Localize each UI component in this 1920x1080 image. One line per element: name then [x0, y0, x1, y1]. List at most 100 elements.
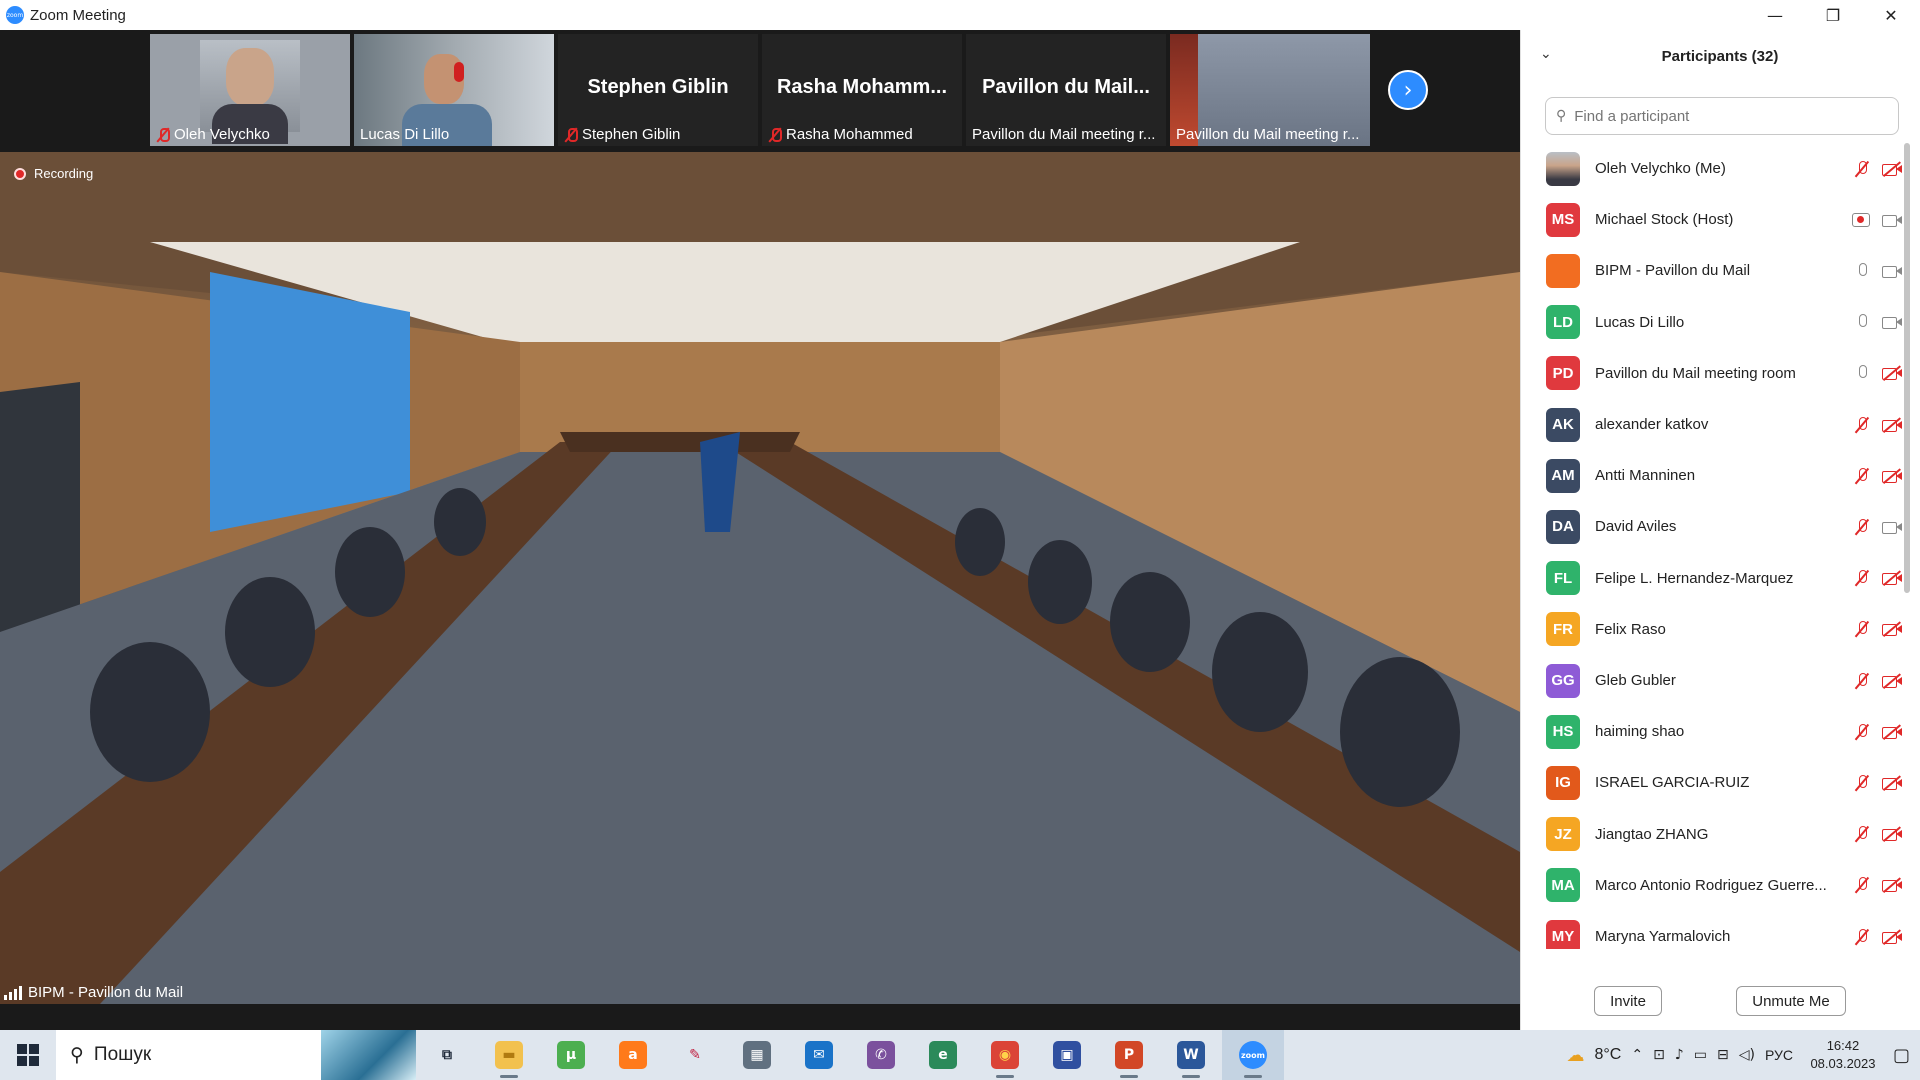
meet-now-icon[interactable]: ⊡ — [1653, 1047, 1665, 1063]
attendee — [335, 527, 405, 617]
mic-muted-icon[interactable] — [1854, 620, 1870, 638]
taskbar-app-chrome[interactable]: ◉ — [974, 1030, 1036, 1080]
participant-row[interactable]: LD Lucas Di Lillo — [1520, 297, 1912, 348]
next-page-button[interactable]: › — [1388, 70, 1428, 110]
taskbar-app-zoom[interactable]: zoom — [1222, 1030, 1284, 1080]
participant-row[interactable]: BIPM - Pavillon du Mail — [1520, 245, 1912, 296]
mic-muted-icon[interactable] — [1854, 518, 1870, 536]
microphone-icon[interactable]: ♪ — [1675, 1047, 1684, 1063]
video-off-icon[interactable] — [1882, 418, 1902, 432]
participant-row[interactable]: JZ Jiangtao ZHANG — [1520, 809, 1912, 860]
participant-avatar: FR — [1546, 612, 1580, 647]
taskbar-app-powerpoint[interactable]: P — [1098, 1030, 1160, 1080]
show-hidden-icons-icon[interactable]: ⌃ — [1631, 1047, 1643, 1063]
video-off-icon[interactable] — [1882, 878, 1902, 893]
thumbnail-stephen-giblin[interactable]: Stephen Giblin Stephen Giblin — [558, 34, 758, 146]
participant-avatar: IG — [1546, 765, 1580, 800]
video-off-icon[interactable] — [1882, 162, 1902, 176]
participant-row[interactable]: HS haiming shao — [1520, 706, 1912, 757]
participant-status-icons — [1854, 262, 1902, 280]
participant-scrollbar[interactable] — [1904, 143, 1910, 593]
task-view-icon: ⧉ — [433, 1041, 461, 1069]
video-icon[interactable] — [1882, 520, 1902, 534]
participant-row[interactable]: Oleh Velychko (Me) — [1520, 143, 1912, 194]
taskbar-app-calculator[interactable]: ▦ — [726, 1030, 788, 1080]
participant-row[interactable]: MA Marco Antonio Rodriguez Guerre... — [1520, 860, 1912, 911]
mic-muted-icon[interactable] — [1854, 876, 1870, 894]
thumbnail-pavillon-room[interactable]: Pavillon du Mail... Pavillon du Mail mee… — [966, 34, 1166, 146]
video-off-icon[interactable] — [1882, 776, 1902, 790]
video-off-icon[interactable] — [1882, 571, 1902, 586]
clock-time: 16:42 — [1826, 1038, 1860, 1053]
mic-muted-icon[interactable] — [1854, 928, 1870, 946]
participant-row[interactable]: PD Pavillon du Mail meeting room — [1520, 348, 1912, 399]
participant-avatar: JZ — [1546, 817, 1580, 852]
taskbar-app-paint[interactable]: ✎ — [664, 1030, 726, 1080]
participant-row[interactable]: IG ISRAEL GARCIA-RUIZ — [1520, 757, 1912, 808]
participant-avatar: MA — [1546, 868, 1580, 903]
taskbar-app-mail[interactable]: ✉ — [788, 1030, 850, 1080]
minimize-button[interactable]: — — [1746, 0, 1804, 30]
taskbar-search[interactable]: ⚲ Пошук — [56, 1030, 416, 1080]
video-off-icon[interactable] — [1882, 827, 1902, 842]
edge-icon: e — [929, 1041, 957, 1069]
thumbnail-lucas-di-lillo[interactable]: Lucas Di Lillo — [354, 34, 554, 146]
video-icon[interactable] — [1882, 264, 1902, 278]
mic-icon[interactable] — [1854, 364, 1870, 382]
mic-muted-icon[interactable] — [1854, 723, 1870, 741]
start-button[interactable] — [0, 1030, 56, 1080]
video-off-icon[interactable] — [1882, 725, 1902, 739]
participant-row[interactable]: DA David Aviles — [1520, 501, 1912, 552]
participant-search[interactable]: ⚲ — [1545, 97, 1899, 135]
notifications-icon[interactable]: ▢ — [1893, 1045, 1910, 1066]
participant-row[interactable]: AM Antti Manninen — [1520, 450, 1912, 501]
language-indicator[interactable]: РУС — [1765, 1047, 1793, 1063]
video-off-icon[interactable] — [1882, 674, 1902, 688]
taskbar-app-word[interactable]: W — [1160, 1030, 1222, 1080]
recording-icon[interactable] — [1852, 212, 1870, 227]
unmute-me-button[interactable]: Unmute Me — [1736, 986, 1846, 1016]
mic-muted-icon[interactable] — [1854, 160, 1870, 178]
clock[interactable]: 16:42 08.03.2023 — [1803, 1037, 1883, 1073]
video-off-icon[interactable] — [1882, 622, 1902, 637]
mic-muted-icon[interactable] — [1854, 774, 1870, 792]
video-icon[interactable] — [1882, 213, 1902, 227]
battery-icon[interactable]: ▭ — [1694, 1047, 1707, 1063]
video-off-icon[interactable] — [1882, 366, 1902, 381]
taskbar-app-avast[interactable]: a — [602, 1030, 664, 1080]
network-icon[interactable]: ⊟ — [1717, 1047, 1729, 1063]
taskbar-app-utorrent[interactable]: μ — [540, 1030, 602, 1080]
participant-row[interactable]: MS Michael Stock (Host) — [1520, 194, 1912, 245]
record-dot-icon — [14, 167, 26, 180]
mic-muted-icon[interactable] — [1854, 467, 1870, 485]
restore-button[interactable]: ❐ — [1804, 0, 1862, 30]
recording-indicator[interactable]: Recording — [14, 166, 93, 181]
mic-muted-icon[interactable] — [1854, 825, 1870, 843]
volume-icon[interactable]: ◁) — [1739, 1047, 1755, 1063]
mic-muted-icon[interactable] — [1854, 569, 1870, 587]
participant-row[interactable]: GG Gleb Gubler — [1520, 655, 1912, 706]
taskbar-app-save-disk[interactable]: ▣ — [1036, 1030, 1098, 1080]
participant-row[interactable]: FR Felix Raso — [1520, 604, 1912, 655]
invite-button[interactable]: Invite — [1594, 986, 1662, 1016]
mic-icon[interactable] — [1854, 262, 1870, 280]
taskbar-app-task-view[interactable]: ⧉ — [416, 1030, 478, 1080]
participant-row[interactable]: MY Maryna Yarmalovich — [1520, 911, 1912, 949]
taskbar-app-viber[interactable]: ✆ — [850, 1030, 912, 1080]
mic-muted-icon[interactable] — [1854, 416, 1870, 434]
thumbnail-rasha-mohammed[interactable]: Rasha Mohamm... Rasha Mohammed — [762, 34, 962, 146]
taskbar-app-file-explorer[interactable]: ▬ — [478, 1030, 540, 1080]
video-icon[interactable] — [1882, 315, 1902, 330]
search-input[interactable] — [1574, 107, 1875, 125]
participant-row[interactable]: AK alexander katkov — [1520, 399, 1912, 450]
weather-temp[interactable]: 8°C — [1594, 1046, 1621, 1064]
participant-row[interactable]: FL Felipe L. Hernandez-Marquez — [1520, 553, 1912, 604]
taskbar-app-edge[interactable]: e — [912, 1030, 974, 1080]
mic-icon[interactable] — [1854, 313, 1870, 331]
video-off-icon[interactable] — [1882, 469, 1902, 483]
thumbnail-oleh-velychko[interactable]: Oleh Velychko — [150, 34, 350, 146]
close-button[interactable]: ✕ — [1862, 0, 1920, 30]
thumbnail-pavillon-room-video[interactable]: Pavillon du Mail meeting r... — [1170, 34, 1370, 146]
mic-muted-icon[interactable] — [1854, 672, 1870, 690]
video-off-icon[interactable] — [1882, 930, 1902, 944]
